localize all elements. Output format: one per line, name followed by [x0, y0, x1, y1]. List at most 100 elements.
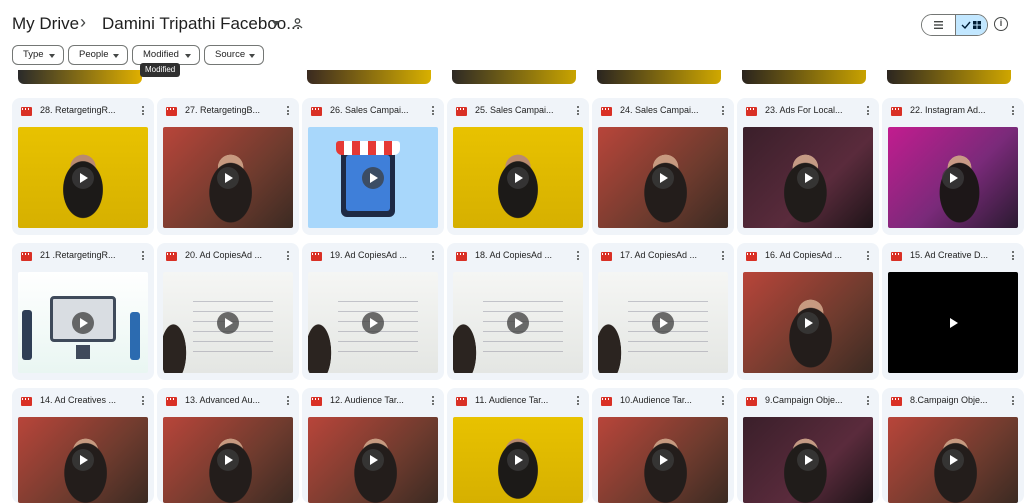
file-card[interactable]: 8.Campaign Obje... — [882, 388, 1024, 503]
play-icon[interactable] — [942, 312, 964, 334]
file-card[interactable]: 9.Campaign Obje... — [737, 388, 879, 503]
file-card[interactable]: 11. Audience Tar... — [447, 388, 589, 503]
more-options-icon[interactable] — [1011, 395, 1015, 407]
play-icon[interactable] — [942, 449, 964, 471]
video-thumbnail[interactable] — [598, 127, 728, 228]
more-options-icon[interactable] — [721, 395, 725, 407]
more-options-icon[interactable] — [141, 250, 145, 262]
video-thumbnail[interactable] — [163, 127, 293, 228]
list-view-button[interactable] — [922, 15, 955, 35]
caret-down-icon[interactable] — [272, 21, 280, 26]
breadcrumb-my-drive[interactable]: My Drive — [12, 14, 79, 34]
play-icon[interactable] — [72, 311, 94, 334]
play-icon[interactable] — [362, 449, 384, 471]
play-icon[interactable] — [362, 311, 384, 334]
file-card[interactable]: 27. RetargetingB... — [157, 98, 299, 235]
video-thumbnail[interactable] — [163, 272, 293, 373]
play-icon[interactable] — [362, 166, 384, 189]
more-options-icon[interactable] — [721, 250, 725, 262]
play-icon[interactable] — [942, 166, 964, 189]
file-card[interactable]: 10.Audience Tar... — [592, 388, 734, 503]
filter-modified-chip[interactable]: Modified — [132, 45, 200, 65]
play-icon[interactable] — [217, 449, 239, 471]
breadcrumb-current-folder[interactable]: Damini Tripathi Faceboo... — [102, 14, 300, 34]
more-options-icon[interactable] — [141, 395, 145, 407]
more-options-icon[interactable] — [866, 395, 870, 407]
play-icon[interactable] — [72, 449, 94, 471]
video-thumbnail[interactable] — [18, 272, 148, 373]
more-options-icon[interactable] — [576, 250, 580, 262]
video-thumbnail[interactable] — [887, 70, 1011, 84]
file-card[interactable]: 28. RetargetingR... — [12, 98, 154, 235]
more-options-icon[interactable] — [286, 395, 290, 407]
video-thumbnail[interactable] — [18, 70, 142, 84]
video-thumbnail[interactable] — [307, 70, 431, 84]
more-options-icon[interactable] — [866, 250, 870, 262]
video-thumbnail[interactable] — [888, 272, 1018, 373]
file-card[interactable]: 14. Ad Creatives ... — [12, 388, 154, 503]
file-card[interactable]: 13. Advanced Au... — [157, 388, 299, 503]
more-options-icon[interactable] — [431, 105, 435, 117]
play-icon[interactable] — [507, 166, 529, 189]
video-thumbnail[interactable] — [308, 127, 438, 228]
video-thumbnail[interactable] — [888, 127, 1018, 228]
file-card[interactable]: 20. Ad CopiesAd ... — [157, 243, 299, 380]
more-options-icon[interactable] — [576, 105, 580, 117]
video-thumbnail[interactable] — [308, 272, 438, 373]
play-icon[interactable] — [797, 449, 819, 471]
video-thumbnail[interactable] — [742, 70, 866, 84]
play-icon[interactable] — [652, 449, 674, 471]
filter-people-chip[interactable]: People — [68, 45, 128, 65]
play-icon[interactable] — [652, 166, 674, 189]
play-icon[interactable] — [217, 166, 239, 189]
video-thumbnail[interactable] — [597, 70, 721, 84]
more-options-icon[interactable] — [286, 250, 290, 262]
more-options-icon[interactable] — [866, 105, 870, 117]
info-icon[interactable]: i — [994, 17, 1008, 31]
file-card[interactable]: 19. Ad CopiesAd ... — [302, 243, 444, 380]
more-options-icon[interactable] — [1011, 250, 1015, 262]
video-thumbnail[interactable] — [453, 127, 583, 228]
more-options-icon[interactable] — [576, 395, 580, 407]
file-card[interactable]: 15. Ad Creative D... — [882, 243, 1024, 380]
more-options-icon[interactable] — [721, 105, 725, 117]
more-options-icon[interactable] — [431, 395, 435, 407]
file-card[interactable]: 12. Audience Tar... — [302, 388, 444, 503]
play-icon[interactable] — [507, 311, 529, 334]
play-icon[interactable] — [217, 311, 239, 334]
grid-view-button[interactable] — [955, 15, 987, 35]
filter-source-chip[interactable]: Source — [204, 45, 264, 65]
filter-type-chip[interactable]: Type — [12, 45, 64, 65]
file-card[interactable]: 21 .RetargetingR... — [12, 243, 154, 380]
file-card[interactable]: 22. Instagram Ad... — [882, 98, 1024, 235]
video-thumbnail[interactable] — [18, 417, 148, 503]
video-thumbnail[interactable] — [743, 127, 873, 228]
video-thumbnail[interactable] — [163, 417, 293, 503]
video-thumbnail[interactable] — [598, 417, 728, 503]
video-thumbnail[interactable] — [743, 417, 873, 503]
file-card[interactable]: 25. Sales Campai... — [447, 98, 589, 235]
video-thumbnail[interactable] — [453, 417, 583, 503]
more-options-icon[interactable] — [141, 105, 145, 117]
video-thumbnail[interactable] — [453, 272, 583, 373]
video-thumbnail[interactable] — [452, 70, 576, 84]
file-card[interactable]: 23. Ads For Local... — [737, 98, 879, 235]
play-icon[interactable] — [72, 166, 94, 189]
video-thumbnail[interactable] — [743, 272, 873, 373]
video-thumbnail[interactable] — [18, 127, 148, 228]
video-thumbnail[interactable] — [308, 417, 438, 503]
play-icon[interactable] — [507, 449, 529, 471]
more-options-icon[interactable] — [431, 250, 435, 262]
video-thumbnail[interactable] — [598, 272, 728, 373]
play-icon[interactable] — [797, 311, 819, 334]
more-options-icon[interactable] — [1011, 105, 1015, 117]
video-thumbnail[interactable] — [888, 417, 1018, 503]
file-card[interactable]: 16. Ad CopiesAd ... — [737, 243, 879, 380]
play-icon[interactable] — [797, 166, 819, 189]
file-card[interactable]: 18. Ad CopiesAd ... — [447, 243, 589, 380]
file-card[interactable]: 26. Sales Campai... — [302, 98, 444, 235]
file-card[interactable]: 17. Ad CopiesAd ... — [592, 243, 734, 380]
more-options-icon[interactable] — [286, 105, 290, 117]
file-card[interactable]: 24. Sales Campai... — [592, 98, 734, 235]
play-icon[interactable] — [652, 311, 674, 334]
